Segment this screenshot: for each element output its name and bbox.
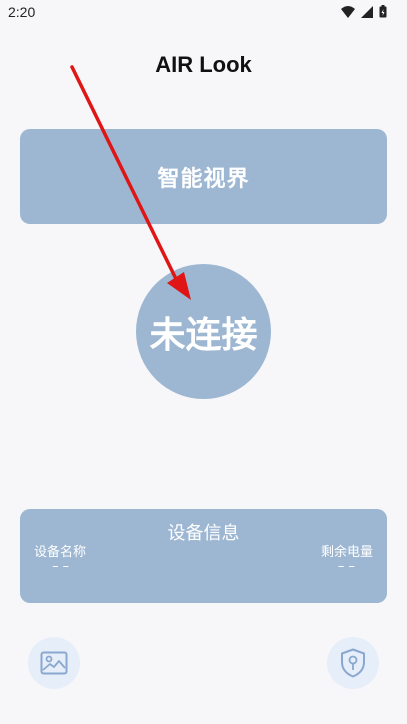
wifi-icon (341, 5, 355, 18)
status-bar: 2:20 (0, 0, 407, 24)
connect-button[interactable]: 未连接 (136, 264, 271, 399)
status-icons (341, 5, 387, 18)
battery-label: 剩余电量 (320, 545, 373, 560)
battery-value: – – (337, 559, 355, 574)
smart-vision-card[interactable]: 智能视界 (20, 129, 387, 224)
gallery-button[interactable] (28, 637, 80, 689)
device-name-label: 设备名称 (34, 545, 87, 560)
gallery-icon (40, 651, 68, 675)
cellular-signal-icon (361, 5, 373, 18)
status-time: 2:20 (8, 4, 36, 20)
connection-status-label: 未连接 (149, 314, 258, 356)
battery-icon (379, 5, 387, 18)
smart-vision-label: 智能视界 (157, 166, 250, 192)
app-title: AIR Look (155, 52, 252, 77)
privacy-button[interactable] (327, 637, 379, 689)
device-info-card: 设备信息 设备名称 – – 剩余电量 – – (20, 509, 387, 603)
device-name-value: – – (52, 559, 70, 574)
shield-key-icon (341, 648, 365, 678)
